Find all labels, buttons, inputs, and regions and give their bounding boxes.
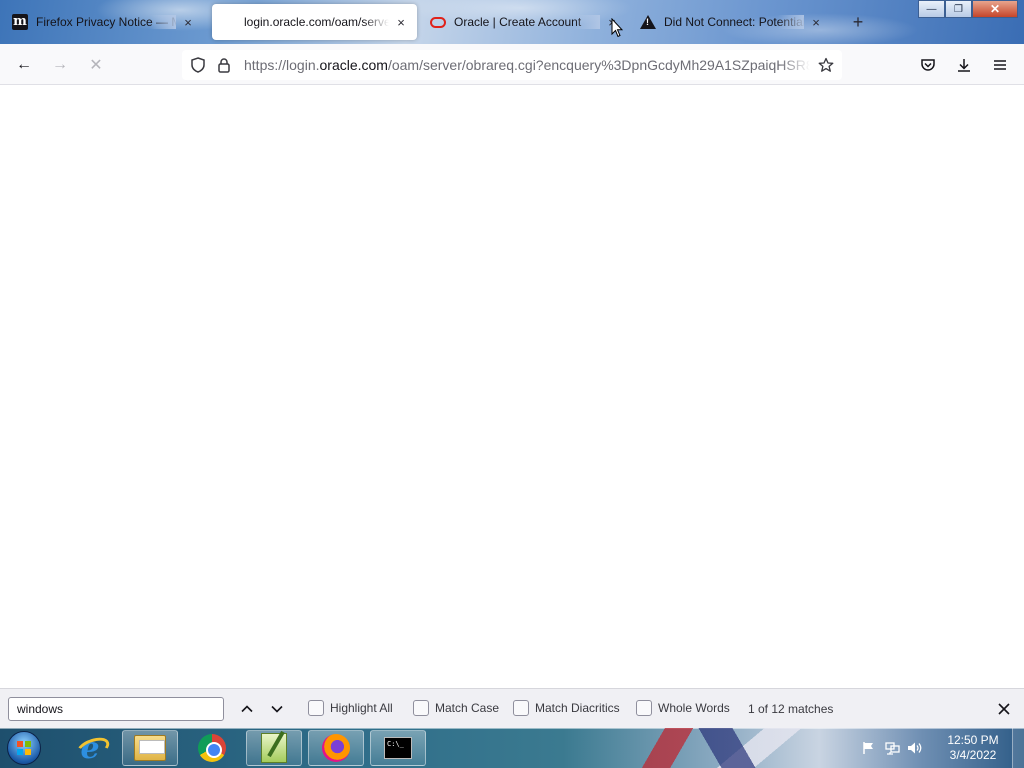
match-diacritics-label: Match Diacritics bbox=[535, 701, 620, 715]
page-icon bbox=[220, 14, 236, 30]
taskbar-firefox[interactable] bbox=[308, 730, 364, 766]
pocket-icon[interactable] bbox=[915, 52, 941, 78]
firefox-icon bbox=[322, 734, 350, 762]
menu-hamburger-icon[interactable] bbox=[987, 52, 1013, 78]
clock-time: 12:50 PM bbox=[947, 733, 999, 747]
tab-firefox-privacy-notice[interactable]: m Firefox Privacy Notice — Mo × bbox=[4, 4, 204, 40]
checkbox-box[interactable] bbox=[413, 700, 429, 716]
match-case-label: Match Case bbox=[435, 701, 500, 715]
checkbox-box[interactable] bbox=[636, 700, 652, 716]
find-previous-button[interactable] bbox=[236, 698, 258, 720]
flag-action-center-icon[interactable] bbox=[860, 739, 878, 757]
internet-explorer-icon: e bbox=[75, 731, 105, 766]
volume-speaker-icon[interactable] bbox=[906, 739, 924, 757]
tab-title: Firefox Privacy Notice — Mo bbox=[36, 15, 176, 29]
downloads-icon[interactable] bbox=[951, 52, 977, 78]
mouse-cursor-icon bbox=[611, 18, 623, 38]
tab-oracle-create-account[interactable]: Oracle | Create Account × bbox=[422, 4, 628, 40]
checkbox-box[interactable] bbox=[513, 700, 529, 716]
checkbox-box[interactable] bbox=[308, 700, 324, 716]
restore-button[interactable]: ❐ bbox=[945, 0, 972, 18]
chevron-down-icon bbox=[271, 705, 283, 713]
chevron-up-icon bbox=[241, 705, 253, 713]
close-tab-icon[interactable]: × bbox=[180, 14, 196, 30]
page-content bbox=[0, 85, 1024, 688]
close-icon bbox=[998, 703, 1010, 715]
wallpaper-decoration bbox=[580, 728, 840, 768]
match-case-checkbox[interactable]: Match Case bbox=[413, 700, 499, 716]
clock-date: 3/4/2022 bbox=[949, 748, 997, 762]
find-status: 1 of 12 matches bbox=[748, 702, 834, 716]
system-tray bbox=[860, 728, 929, 768]
close-find-bar-button[interactable] bbox=[994, 699, 1014, 719]
find-next-button[interactable] bbox=[266, 698, 288, 720]
tab-title: Did Not Connect: Potential S bbox=[664, 15, 804, 29]
match-diacritics-checkbox[interactable]: Match Diacritics bbox=[513, 700, 620, 716]
show-desktop-button[interactable] bbox=[1012, 728, 1024, 768]
system-clock[interactable]: 12:50 PM 3/4/2022 bbox=[940, 733, 1006, 763]
taskbar-chrome[interactable] bbox=[184, 730, 240, 766]
tab-strip: m Firefox Privacy Notice — Mo × login.or… bbox=[0, 0, 1024, 44]
tracking-protection-shield-icon[interactable] bbox=[188, 55, 208, 75]
warning-icon bbox=[640, 14, 656, 30]
highlight-all-checkbox[interactable]: Highlight All bbox=[308, 700, 393, 716]
url-path: /oam/server/obrareq.cgi?encquery%3DpnGcd… bbox=[387, 57, 810, 73]
chrome-icon bbox=[198, 734, 226, 762]
network-icon[interactable] bbox=[883, 739, 901, 757]
close-tab-icon[interactable]: × bbox=[808, 14, 824, 30]
notepad-plus-plus-icon bbox=[261, 733, 287, 763]
new-tab-button[interactable]: + bbox=[848, 12, 868, 32]
taskbar-notepad-plus-plus[interactable] bbox=[246, 730, 302, 766]
url-text[interactable]: https://login.oracle.com/oam/server/obra… bbox=[244, 57, 810, 75]
oracle-icon bbox=[430, 14, 446, 30]
window-controls: — ❐ ✕ bbox=[918, 0, 1018, 18]
url-prefix: https://login. bbox=[244, 57, 320, 73]
highlight-all-label: Highlight All bbox=[330, 701, 393, 715]
tab-did-not-connect[interactable]: Did Not Connect: Potential S × bbox=[632, 4, 832, 40]
tab-title: Oracle | Create Account bbox=[454, 15, 600, 29]
taskbar-file-explorer[interactable] bbox=[122, 730, 178, 766]
close-window-button[interactable]: ✕ bbox=[972, 0, 1018, 18]
close-tab-icon[interactable]: × bbox=[393, 14, 409, 30]
windows-logo-icon bbox=[7, 731, 41, 765]
find-input[interactable] bbox=[8, 697, 224, 721]
folder-icon bbox=[134, 735, 166, 761]
command-prompt-icon: C:\_ bbox=[384, 737, 412, 759]
start-button[interactable] bbox=[4, 729, 44, 767]
back-button[interactable]: ← bbox=[11, 52, 37, 78]
tab-title: login.oracle.com/oam/serve bbox=[244, 15, 389, 29]
url-bar[interactable]: https://login.oracle.com/oam/server/obra… bbox=[182, 50, 842, 80]
tab-login-oracle[interactable]: login.oracle.com/oam/serve × bbox=[212, 4, 417, 40]
whole-words-checkbox[interactable]: Whole Words bbox=[636, 700, 730, 716]
bookmark-star-icon[interactable] bbox=[816, 55, 836, 75]
taskbar-internet-explorer[interactable]: e bbox=[62, 730, 118, 766]
forward-button[interactable]: → bbox=[47, 52, 73, 78]
minimize-button[interactable]: — bbox=[918, 0, 945, 18]
windows-taskbar: e C:\_ 12:50 PM 3/4/2022 bbox=[0, 728, 1024, 768]
url-host: oracle.com bbox=[319, 57, 388, 73]
stop-loading-button[interactable]: ✕ bbox=[83, 52, 109, 78]
taskbar-command-prompt[interactable]: C:\_ bbox=[370, 730, 426, 766]
mozilla-m-icon: m bbox=[12, 14, 28, 30]
lock-permissions-icon[interactable] bbox=[214, 55, 234, 75]
navigation-toolbar: ← → ✕ https://login.oracle.com/oam/serve… bbox=[0, 44, 1024, 85]
find-bar: Highlight All Match Case Match Diacritic… bbox=[0, 688, 1024, 728]
whole-words-label: Whole Words bbox=[658, 701, 730, 715]
